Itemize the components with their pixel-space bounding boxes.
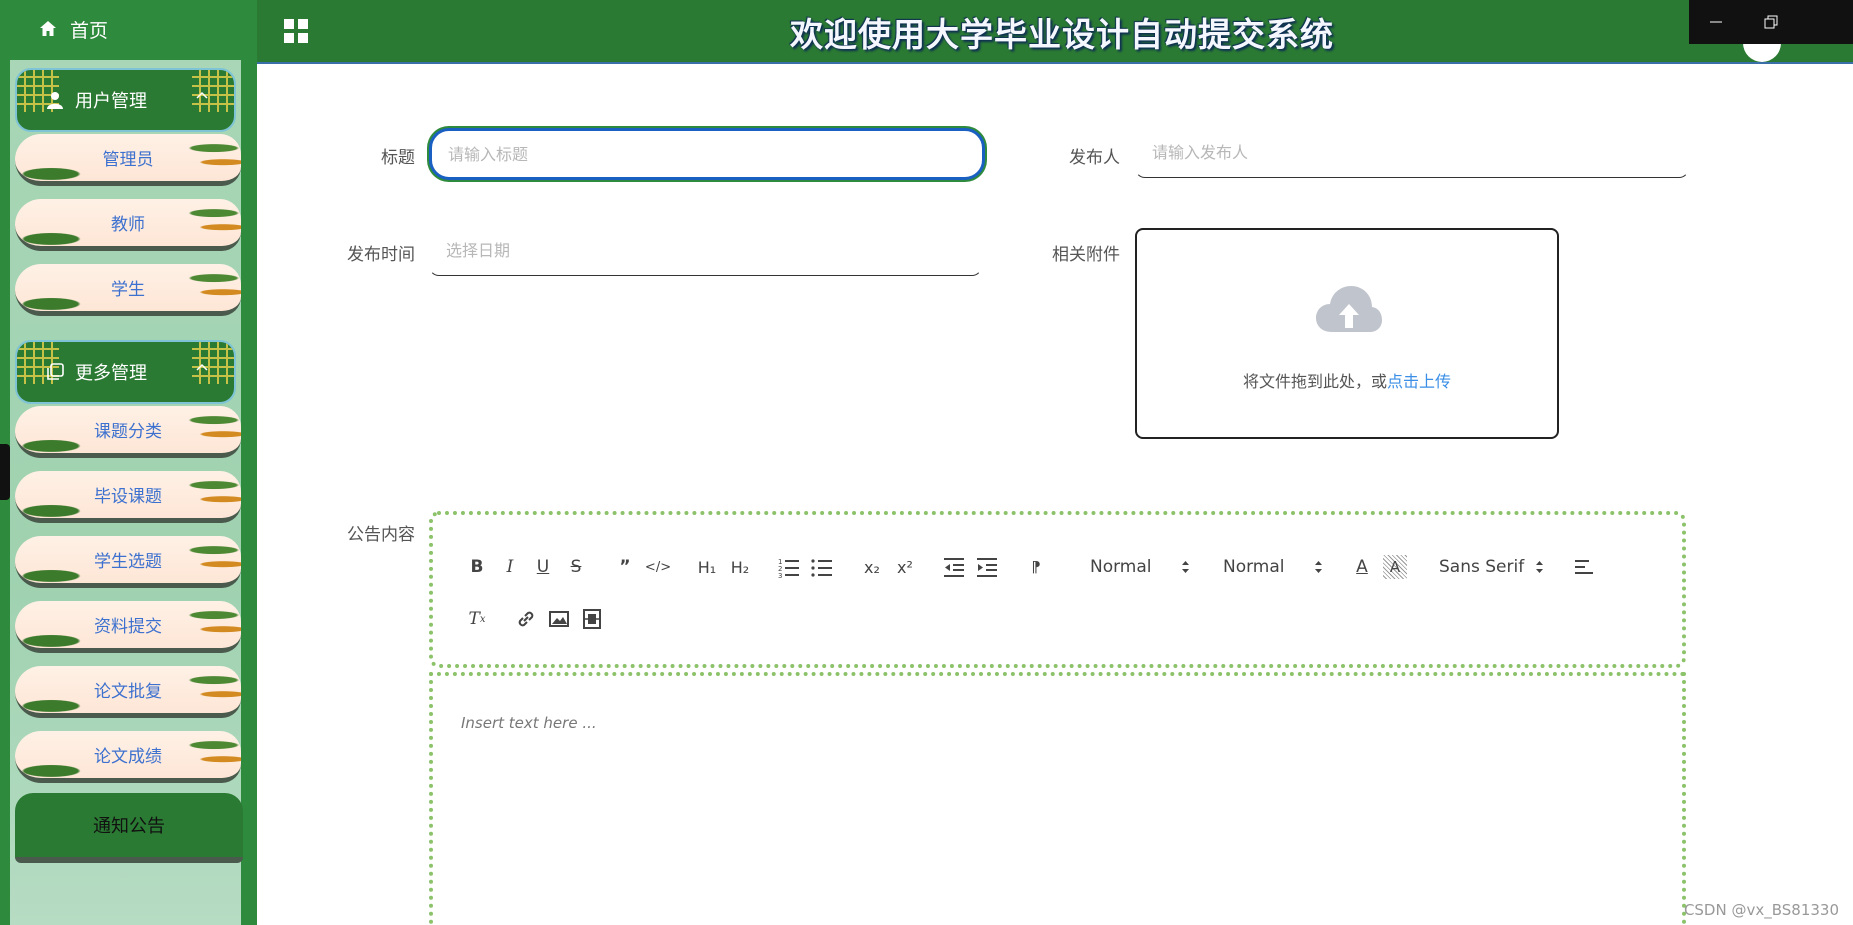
bold-button[interactable]: B bbox=[465, 555, 489, 579]
title-input[interactable] bbox=[429, 128, 985, 180]
sidebar-item-thesis-review[interactable]: 论文批复 bbox=[15, 666, 241, 718]
font-select-value: Sans Serif bbox=[1439, 557, 1525, 577]
italic-button[interactable]: I bbox=[498, 555, 522, 579]
copy-icon bbox=[47, 363, 64, 380]
strike-button[interactable]: S bbox=[564, 555, 588, 579]
image-icon[interactable] bbox=[547, 607, 571, 631]
editor-placeholder: Insert text here ... bbox=[461, 714, 597, 732]
sidebar-item-label: 论文成绩 bbox=[94, 747, 162, 767]
size-select[interactable]: Normal bbox=[1223, 555, 1323, 579]
sidebar-item-admin[interactable]: 管理员 bbox=[15, 134, 241, 186]
bullet-list-icon[interactable] bbox=[810, 555, 834, 579]
outdent-icon[interactable] bbox=[942, 555, 966, 579]
link-icon[interactable] bbox=[514, 607, 538, 631]
sidebar-item-label: 通知公告 bbox=[93, 816, 165, 837]
svg-text:3: 3 bbox=[778, 572, 782, 579]
attachment-label: 相关附件 bbox=[1052, 245, 1120, 265]
sidebar-item-topic-category[interactable]: 课题分类 bbox=[15, 406, 241, 458]
watermark: CSDN @vx_BS81330 bbox=[1683, 901, 1839, 919]
chevron-up-icon bbox=[196, 363, 208, 371]
publisher-label: 发布人 bbox=[1069, 148, 1120, 168]
sidebar-item-thesis-score[interactable]: 论文成绩 bbox=[15, 731, 241, 783]
h1-button[interactable]: H₁ bbox=[695, 555, 719, 579]
publish-date-label: 发布时间 bbox=[347, 245, 415, 265]
underline-button[interactable]: U bbox=[531, 555, 555, 579]
sidebar-item-student[interactable]: 学生 bbox=[15, 264, 241, 316]
close-button[interactable] bbox=[1798, 0, 1853, 44]
superscript-button[interactable]: x² bbox=[893, 555, 917, 579]
indent-icon[interactable] bbox=[975, 555, 999, 579]
minimize-icon bbox=[1710, 21, 1723, 23]
restore-icon bbox=[1764, 15, 1778, 29]
sidebar-item-label: 学生选题 bbox=[94, 552, 162, 572]
minimize-button[interactable] bbox=[1689, 0, 1744, 44]
h2-button[interactable]: H₂ bbox=[728, 555, 752, 579]
title-label: 标题 bbox=[381, 148, 415, 168]
sidebar-item-notice[interactable]: 通知公告 bbox=[15, 793, 243, 863]
size-select-value: Normal bbox=[1223, 557, 1285, 577]
blockquote-button[interactable]: ” bbox=[613, 555, 637, 579]
group-label: 更多管理 bbox=[75, 363, 147, 384]
background-color-button[interactable]: A bbox=[1383, 555, 1407, 579]
align-left-icon[interactable] bbox=[1573, 555, 1597, 579]
clean-format-button[interactable]: Tx bbox=[465, 607, 489, 631]
publisher-input[interactable] bbox=[1135, 126, 1689, 178]
chevron-up-icon bbox=[196, 91, 208, 99]
upload-dropzone[interactable]: 将文件拖到此处，或点击上传 bbox=[1135, 228, 1559, 439]
home-icon bbox=[40, 21, 56, 36]
sidebar-item-material-submit[interactable]: 资料提交 bbox=[15, 601, 241, 653]
ordered-list-icon[interactable]: 1 2 3 bbox=[777, 555, 801, 579]
video-icon[interactable] bbox=[580, 607, 604, 631]
cloud-upload-icon bbox=[1316, 286, 1382, 332]
sidebar: 首页 用户管理 管理员 教师 学生 更多管理 课题分类 毕设课题 学生选题 资料… bbox=[0, 0, 257, 925]
select-arrows-icon bbox=[1182, 561, 1189, 573]
sidebar-item-label: 课题分类 bbox=[94, 422, 162, 442]
sidebar-item-label: 毕设课题 bbox=[94, 487, 162, 507]
upload-hint: 将文件拖到此处，或点击上传 bbox=[1137, 368, 1557, 392]
content-label: 公告内容 bbox=[347, 525, 415, 545]
click-upload-link[interactable]: 点击上传 bbox=[1387, 372, 1451, 391]
editor-toolbar: B I U S ” </> H₁ H₂ 1 2 3 x₂ x² ⁋ Normal bbox=[429, 511, 1686, 668]
sidebar-group-more-management[interactable]: 更多管理 bbox=[15, 340, 236, 404]
select-arrows-icon bbox=[1315, 561, 1322, 573]
header-select[interactable]: Normal bbox=[1090, 555, 1190, 579]
code-block-button[interactable]: </> bbox=[645, 555, 671, 579]
header-select-value: Normal bbox=[1090, 557, 1152, 577]
sidebar-group-user-management[interactable]: 用户管理 bbox=[15, 68, 236, 132]
sidebar-item-label: 管理员 bbox=[102, 150, 154, 170]
top-header: 欢迎使用大学毕业设计自动提交系统 bbox=[257, 0, 1853, 64]
restore-button[interactable] bbox=[1744, 0, 1799, 44]
sidebar-item-label: 论文批复 bbox=[94, 682, 162, 702]
publish-date-picker[interactable] bbox=[429, 224, 982, 276]
subscript-button[interactable]: x₂ bbox=[860, 555, 884, 579]
side-handle[interactable] bbox=[0, 444, 10, 500]
home-label: 首页 bbox=[70, 19, 109, 42]
sidebar-item-student-selection[interactable]: 学生选题 bbox=[15, 536, 241, 588]
editor-content[interactable]: Insert text here ... bbox=[429, 672, 1686, 925]
group-label: 用户管理 bbox=[75, 91, 147, 112]
font-select[interactable]: Sans Serif bbox=[1439, 555, 1544, 579]
sidebar-item-label: 资料提交 bbox=[94, 617, 162, 637]
app-title: 欢迎使用大学毕业设计自动提交系统 bbox=[790, 15, 1334, 54]
sidebar-item-home[interactable]: 首页 bbox=[10, 0, 257, 58]
user-icon bbox=[47, 92, 63, 109]
sidebar-item-teacher[interactable]: 教师 bbox=[15, 199, 241, 251]
text-color-button[interactable]: A bbox=[1350, 555, 1374, 579]
window-controls bbox=[1689, 0, 1853, 44]
direction-button[interactable]: ⁋ bbox=[1024, 555, 1048, 579]
sidebar-item-label: 教师 bbox=[111, 215, 145, 235]
upload-hint-text: 将文件拖到此处，或 bbox=[1242, 372, 1387, 391]
sidebar-item-graduation-topic[interactable]: 毕设课题 bbox=[15, 471, 241, 523]
select-arrows-icon bbox=[1536, 561, 1543, 573]
sidebar-item-label: 学生 bbox=[111, 280, 145, 300]
